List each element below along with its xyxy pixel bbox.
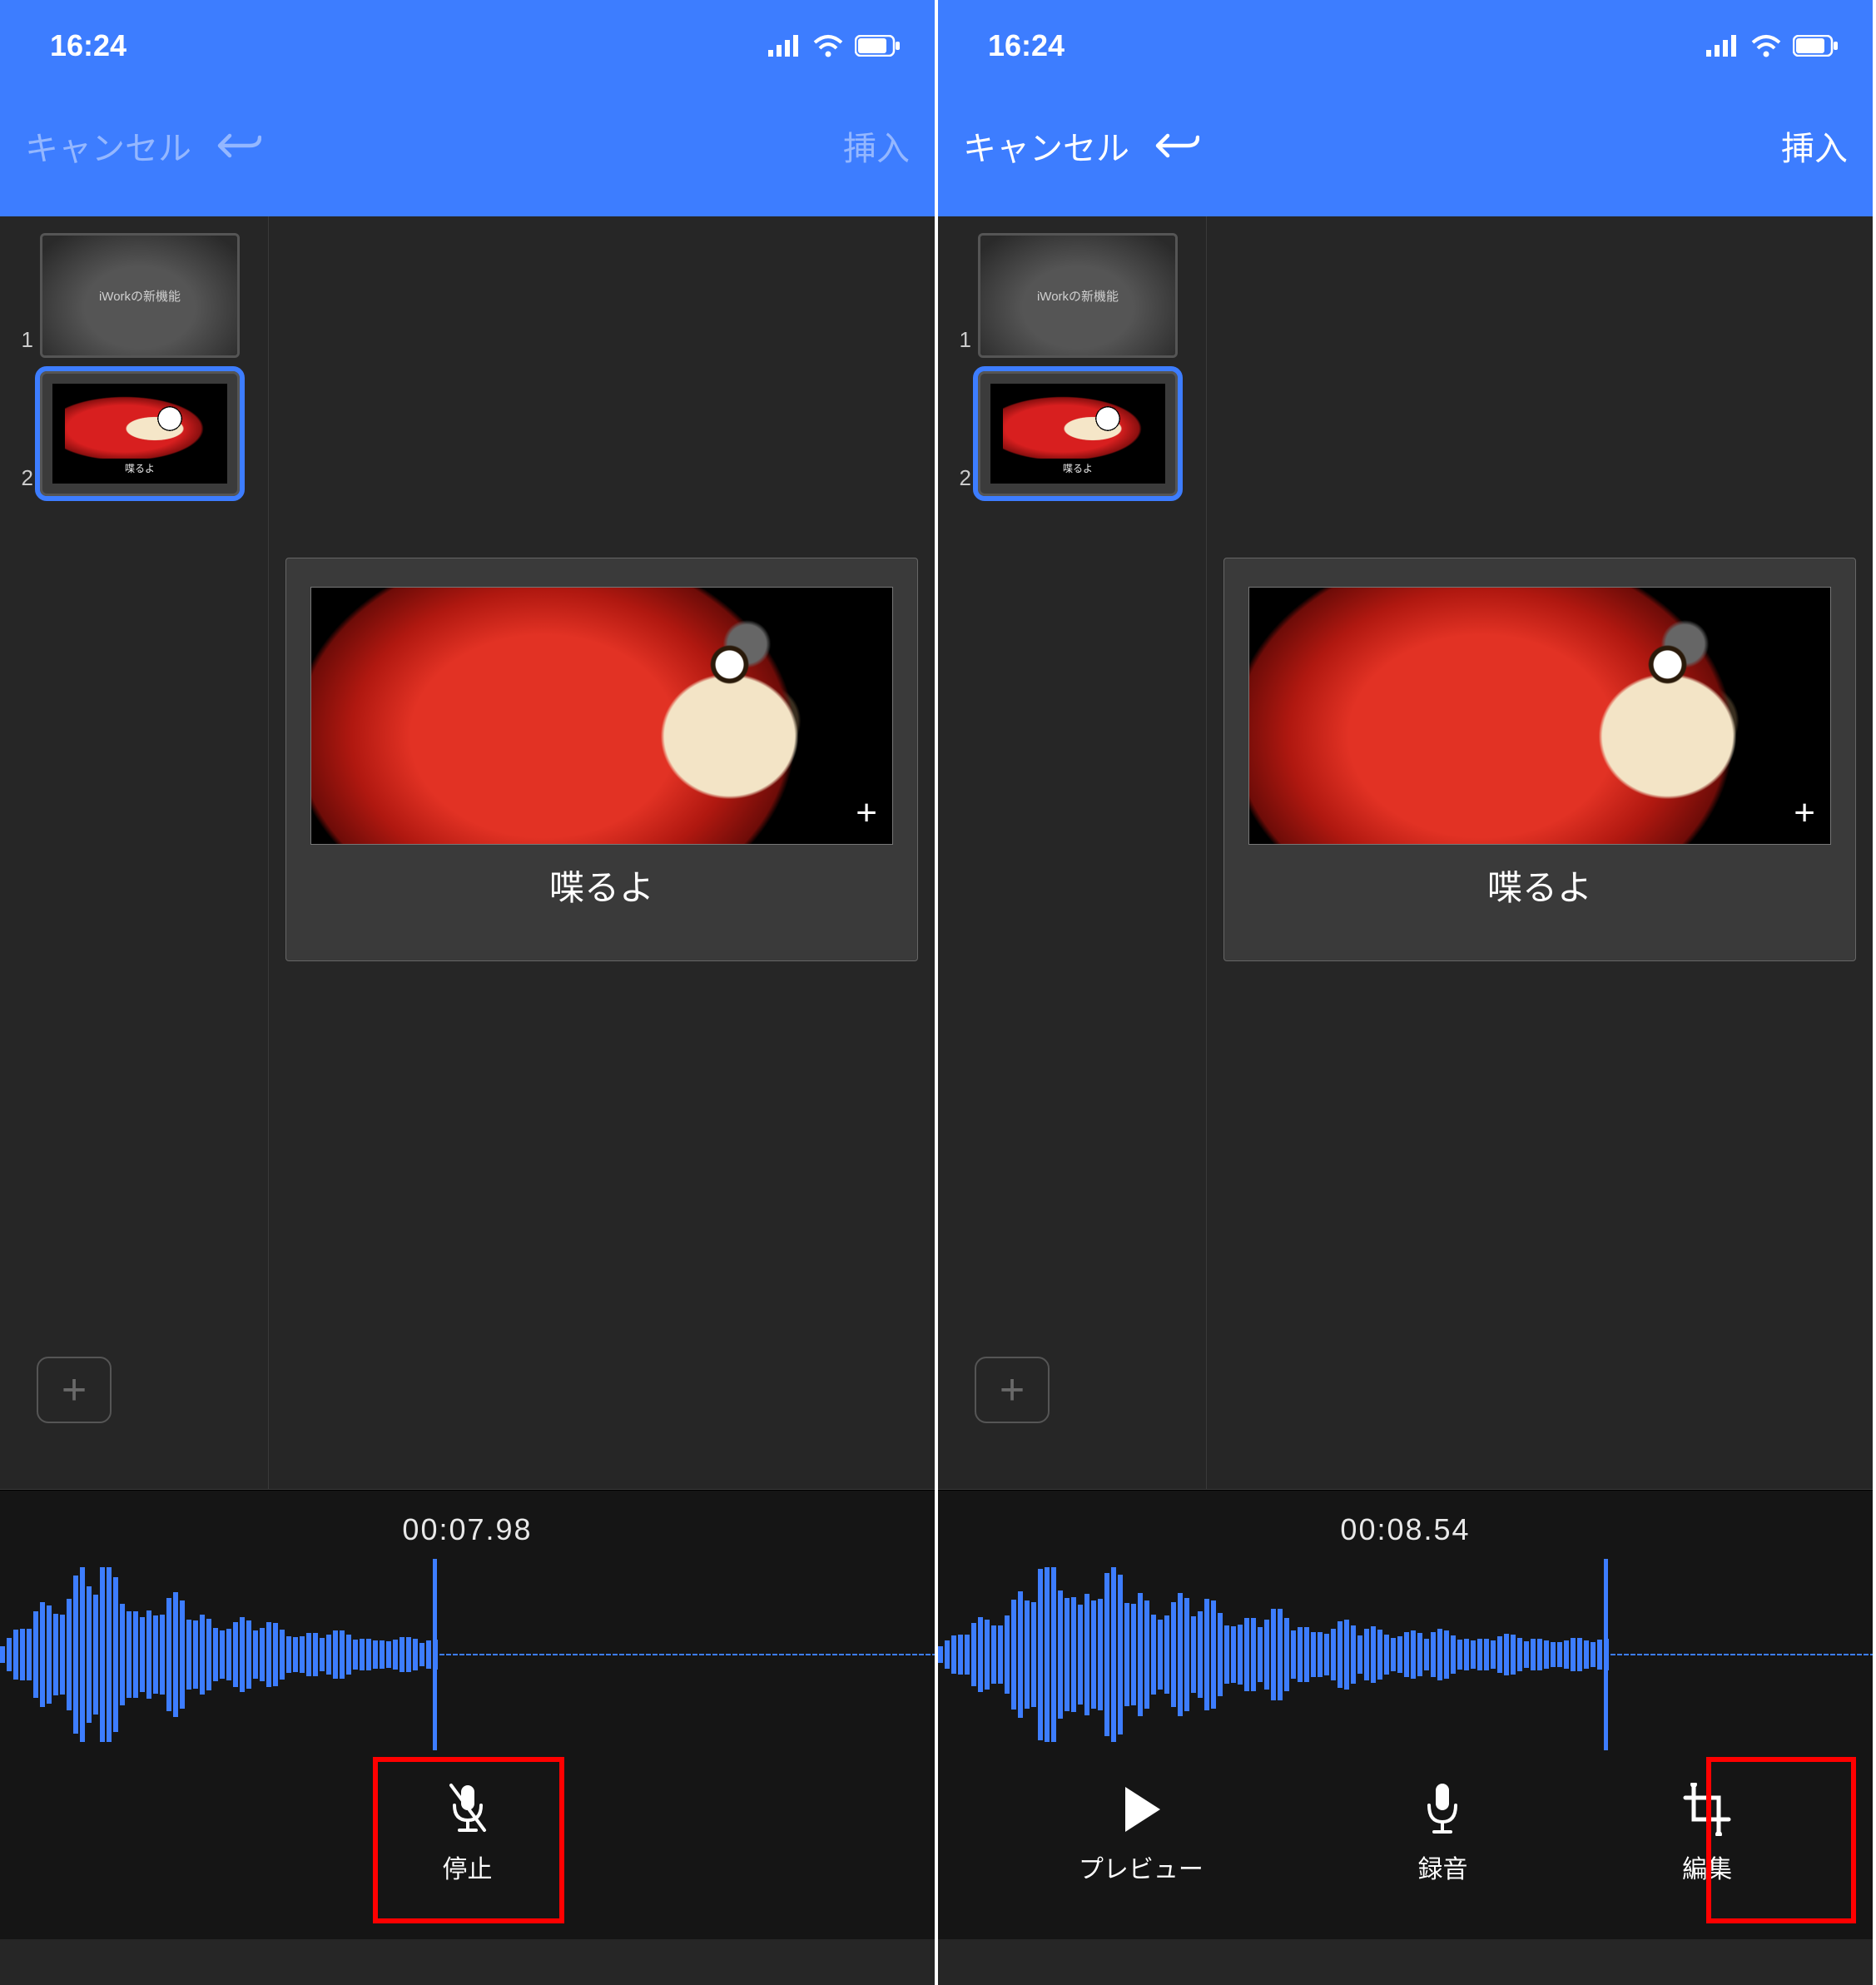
plus-icon: +: [62, 1365, 87, 1415]
status-bar: 16:24: [0, 0, 935, 92]
phone-left: 16:24 キャンセル 挿入: [0, 0, 938, 1985]
status-icons: [1706, 34, 1839, 57]
waveform[interactable]: [0, 1559, 935, 1750]
record-button[interactable]: 録音: [1417, 1780, 1467, 1885]
thumb-2[interactable]: 2 喋るよ: [946, 371, 1198, 496]
thumb-number: 2: [946, 465, 971, 496]
preview-label: プレビュー: [1079, 1849, 1204, 1885]
thumb-number: 2: [8, 465, 33, 496]
slide-caption[interactable]: 喋るよ: [1487, 860, 1592, 911]
highlight-stop: [373, 1757, 564, 1923]
nav-bar: キャンセル 挿入: [938, 92, 1873, 216]
slide-card: + 喋るよ: [285, 558, 918, 961]
top-bar: 16:24 キャンセル 挿入: [938, 0, 1873, 216]
highlight-edit: [1706, 1757, 1856, 1923]
phone-right: 16:24 キャンセル 挿入: [938, 0, 1876, 1985]
nav-bar: キャンセル 挿入: [0, 92, 935, 216]
timecode: 00:07.98: [0, 1491, 935, 1559]
status-icons: [768, 34, 901, 57]
thumb-parrot-image: [65, 392, 215, 459]
mic-icon: [1422, 1780, 1463, 1839]
thumb-number: 1: [946, 327, 971, 358]
cancel-button[interactable]: キャンセル: [25, 122, 191, 170]
parrot-image: [1249, 588, 1830, 844]
editor-main: 1 iWorkの新機能 2 喋るよ: [938, 216, 1873, 1985]
slide-thumbnails: 1 iWorkの新機能 2 喋るよ: [0, 216, 269, 1489]
thumb-1[interactable]: 1 iWorkの新機能: [946, 233, 1198, 358]
battery-icon: [855, 35, 901, 57]
record-label: 録音: [1417, 1849, 1467, 1885]
audio-timeline: 00:08.54 プレビュー: [938, 1490, 1873, 1939]
undo-button[interactable]: [216, 127, 261, 164]
thumb-title: iWorkの新機能: [980, 236, 1175, 355]
audio-timeline: 00:07.98: [0, 1490, 935, 1939]
slide-thumbnails: 1 iWorkの新機能 2 喋るよ: [938, 216, 1207, 1489]
thumb-caption: 喋るよ: [1063, 461, 1093, 475]
playhead[interactable]: [433, 1559, 437, 1750]
slide-canvas[interactable]: + 喋るよ: [269, 216, 935, 1489]
wifi-icon: [811, 34, 845, 57]
insert-button[interactable]: 挿入: [1781, 122, 1848, 170]
preview-button[interactable]: プレビュー: [1079, 1780, 1204, 1885]
slide-caption[interactable]: 喋るよ: [549, 860, 654, 911]
slide-image[interactable]: +: [1248, 587, 1831, 845]
thumb-1[interactable]: 1 iWorkの新機能: [8, 233, 260, 358]
add-slide-button[interactable]: +: [37, 1357, 112, 1423]
slide-image[interactable]: +: [310, 587, 893, 845]
plus-icon: +: [1000, 1365, 1025, 1415]
editor-main: 1 iWorkの新機能 2 喋るよ: [0, 216, 935, 1985]
waveform[interactable]: [938, 1559, 1873, 1750]
thumb-number: 1: [8, 327, 33, 358]
playhead[interactable]: [1604, 1559, 1608, 1750]
timecode: 00:08.54: [938, 1491, 1873, 1559]
controls: プレビュー 録音: [938, 1750, 1873, 1939]
cancel-button[interactable]: キャンセル: [963, 122, 1129, 170]
add-slide-button[interactable]: +: [975, 1357, 1050, 1423]
play-icon: [1119, 1780, 1164, 1839]
add-overlay-icon[interactable]: +: [856, 792, 877, 834]
battery-icon: [1793, 35, 1839, 57]
top-bar: 16:24 キャンセル 挿入: [0, 0, 935, 216]
add-overlay-icon[interactable]: +: [1794, 792, 1815, 834]
undo-button[interactable]: [1154, 127, 1199, 164]
status-time: 16:24: [988, 28, 1065, 63]
signal-icon: [1706, 35, 1740, 57]
status-bar: 16:24: [938, 0, 1873, 92]
wifi-icon: [1749, 34, 1783, 57]
thumb-title: iWorkの新機能: [42, 236, 237, 355]
parrot-image: [311, 588, 892, 844]
thumb-parrot-image: [1003, 392, 1153, 459]
thumb-2[interactable]: 2 喋るよ: [8, 371, 260, 496]
status-time: 16:24: [50, 28, 127, 63]
thumb-caption: 喋るよ: [125, 461, 155, 475]
controls: 停止: [0, 1750, 935, 1939]
signal-icon: [768, 35, 802, 57]
insert-button[interactable]: 挿入: [843, 122, 910, 170]
slide-canvas[interactable]: + 喋るよ: [1207, 216, 1873, 1489]
slide-card: + 喋るよ: [1223, 558, 1856, 961]
